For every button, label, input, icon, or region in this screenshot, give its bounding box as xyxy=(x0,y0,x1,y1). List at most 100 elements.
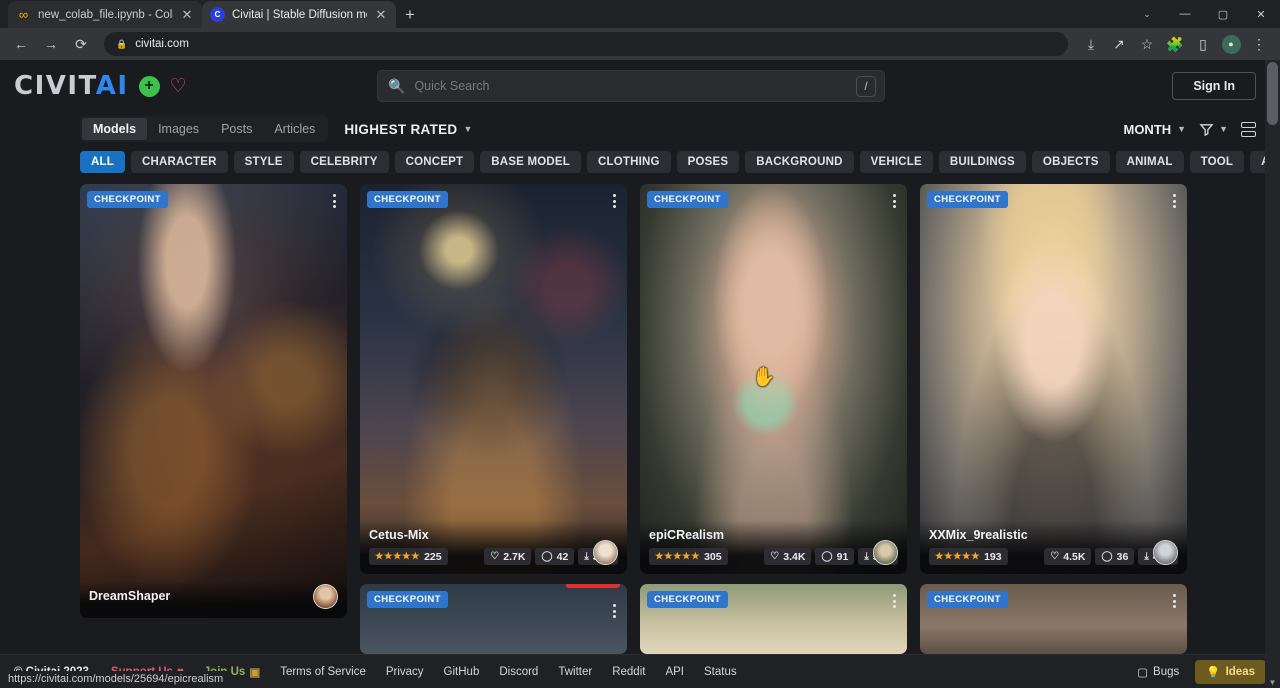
chip-style[interactable]: STYLE xyxy=(234,151,294,173)
card-menu-icon[interactable] xyxy=(888,190,901,212)
back-icon[interactable]: ← xyxy=(8,31,34,57)
avatar[interactable] xyxy=(1153,540,1178,565)
create-plus-icon[interactable]: + xyxy=(139,76,160,97)
footer-link-terms[interactable]: Terms of Service xyxy=(280,666,366,678)
chip-base-model[interactable]: BASE MODEL xyxy=(480,151,581,173)
chip-objects[interactable]: OBJECTS xyxy=(1032,151,1110,173)
chip-background[interactable]: BACKGROUND xyxy=(745,151,853,173)
page-scrollbar[interactable]: ▼ xyxy=(1265,60,1280,688)
period-label: MONTH xyxy=(1123,122,1171,137)
updated-badge: Updated xyxy=(566,584,620,588)
search-shortcut-key: / xyxy=(856,76,876,97)
chip-vehicle[interactable]: VEHICLE xyxy=(860,151,933,173)
avatar[interactable] xyxy=(593,540,618,565)
window-close-button[interactable]: ✕ xyxy=(1242,0,1280,28)
tab-close-icon[interactable]: ✕ xyxy=(374,7,388,23)
comments-count: 91 xyxy=(837,551,849,563)
tab-posts[interactable]: Posts xyxy=(210,118,263,140)
avatar[interactable] xyxy=(873,540,898,565)
download-icon: ⤓ xyxy=(584,551,588,562)
model-card-epicrealism[interactable]: CHECKPOINT epiCRealism ★★★★★ 305 xyxy=(640,184,907,574)
chip-celebrity[interactable]: CELEBRITY xyxy=(300,151,389,173)
bookmark-star-icon[interactable]: ☆ xyxy=(1134,31,1160,57)
footer-link-reddit[interactable]: Reddit xyxy=(612,666,645,678)
forward-icon[interactable]: → xyxy=(38,31,64,57)
card-menu-icon[interactable] xyxy=(888,590,901,612)
category-chips: ALL CHARACTER STYLE CELEBRITY CONCEPT BA… xyxy=(0,146,1280,178)
side-panel-icon[interactable]: ▯ xyxy=(1190,31,1216,57)
share-icon[interactable]: ↗ xyxy=(1106,31,1132,57)
footer-link-github[interactable]: GitHub xyxy=(444,666,480,678)
footer-link-discord[interactable]: Discord xyxy=(499,666,538,678)
download-icon: ⤓ xyxy=(1144,551,1148,562)
site-logo[interactable]: CIVITAI + ♡ xyxy=(14,71,187,101)
new-tab-button[interactable]: + xyxy=(396,1,424,28)
heart-icon[interactable]: ♡ xyxy=(170,77,187,96)
card-stats: ★★★★★ 305 ♡ 3.4K ◯ 91 xyxy=(649,548,898,565)
scrollbar-thumb[interactable] xyxy=(1267,62,1278,125)
footer-link-privacy[interactable]: Privacy xyxy=(386,666,424,678)
footer-link-status[interactable]: Status xyxy=(704,666,737,678)
chip-animal[interactable]: ANIMAL xyxy=(1116,151,1184,173)
search-input[interactable]: 🔍 Quick Search / xyxy=(377,70,885,102)
browser-tab-civitai[interactable]: C Civitai | Stable Diffusion models, ✕ xyxy=(202,1,396,28)
card-image: CHECKPOINT xyxy=(360,184,627,574)
tab-articles[interactable]: Articles xyxy=(263,118,326,140)
bugs-button[interactable]: ▢ Bugs xyxy=(1131,661,1185,683)
colab-icon: ∞ xyxy=(16,7,31,22)
tab-models[interactable]: Models xyxy=(82,118,147,140)
card-image: CHECKPOINT xyxy=(920,184,1187,574)
card-menu-icon[interactable] xyxy=(328,190,341,212)
model-card-row2-3[interactable]: CHECKPOINT xyxy=(920,584,1187,654)
model-card-xxmix-9realistic[interactable]: CHECKPOINT XXMix_9realistic ★★★★★ 193 xyxy=(920,184,1187,574)
ideas-button[interactable]: 💡 Ideas xyxy=(1195,660,1266,684)
profile-avatar[interactable]: ● xyxy=(1218,31,1244,57)
chevron-down-icon: ▼ xyxy=(463,124,472,134)
footer-link-api[interactable]: API xyxy=(665,666,684,678)
address-bar[interactable]: 🔒 civitai.com xyxy=(104,32,1068,56)
model-card-row2-2[interactable]: CHECKPOINT xyxy=(640,584,907,654)
extensions-icon[interactable]: 🧩 xyxy=(1162,31,1188,57)
maximize-button[interactable]: ▢ xyxy=(1204,0,1242,28)
card-menu-icon[interactable] xyxy=(1168,590,1181,612)
chrome-menu-icon[interactable]: ⋮ xyxy=(1246,31,1272,57)
reload-icon[interactable]: ⟳ xyxy=(68,31,94,57)
chip-tool[interactable]: TOOL xyxy=(1190,151,1245,173)
chip-concept[interactable]: CONCEPT xyxy=(395,151,475,173)
minimize-button[interactable]: — xyxy=(1166,0,1204,28)
likes-count: 2.7K xyxy=(503,551,525,563)
tab-images[interactable]: Images xyxy=(147,118,210,140)
chip-clothing[interactable]: CLOTHING xyxy=(587,151,671,173)
chip-buildings[interactable]: BUILDINGS xyxy=(939,151,1026,173)
chip-all[interactable]: ALL xyxy=(80,151,125,173)
card-menu-icon[interactable] xyxy=(608,190,621,212)
tab-close-icon[interactable]: ✕ xyxy=(180,7,194,23)
layout-toggle-icon[interactable] xyxy=(1241,122,1256,137)
filter-button[interactable]: ▼ xyxy=(1199,122,1228,137)
chip-character[interactable]: CHARACTER xyxy=(131,151,228,173)
tab-search-chevron-icon[interactable]: ⌄ xyxy=(1128,0,1166,28)
avatar[interactable] xyxy=(313,584,338,609)
model-card-cetus-mix[interactable]: CHECKPOINT Cetus-Mix ★★★★★ 225 xyxy=(360,184,627,574)
filter-funnel-icon xyxy=(1199,122,1214,137)
sign-in-button[interactable]: Sign In xyxy=(1172,72,1256,100)
civitai-icon: C xyxy=(210,7,225,22)
period-dropdown[interactable]: MONTH ▼ xyxy=(1123,122,1186,137)
scroll-down-arrow-icon[interactable]: ▼ xyxy=(1265,678,1280,687)
likes-count: 3.4K xyxy=(783,551,805,563)
card-menu-icon[interactable] xyxy=(1168,190,1181,212)
window-controls: ⌄ — ▢ ✕ xyxy=(1128,0,1280,28)
model-card-row2-1[interactable]: Updated CHECKPOINT xyxy=(360,584,627,654)
footer-link-twitter[interactable]: Twitter xyxy=(558,666,592,678)
model-card-dreamshaper[interactable]: CHECKPOINT DreamShaper xyxy=(80,184,347,618)
logo-primary: CIVIT xyxy=(14,71,96,101)
install-icon[interactable]: ⤓ xyxy=(1078,31,1104,57)
chip-poses[interactable]: POSES xyxy=(677,151,740,173)
browser-tab-colab[interactable]: ∞ new_colab_file.ipynb - Colaborat ✕ xyxy=(8,1,202,28)
url-text: civitai.com xyxy=(135,38,189,50)
rating-count: 193 xyxy=(984,551,1002,563)
card-menu-icon[interactable] xyxy=(608,600,621,622)
chevron-down-icon: ▼ xyxy=(1219,124,1228,134)
content-type-tabs: Models Images Posts Articles xyxy=(80,116,328,142)
sort-dropdown[interactable]: HIGHEST RATED ▼ xyxy=(344,122,472,137)
